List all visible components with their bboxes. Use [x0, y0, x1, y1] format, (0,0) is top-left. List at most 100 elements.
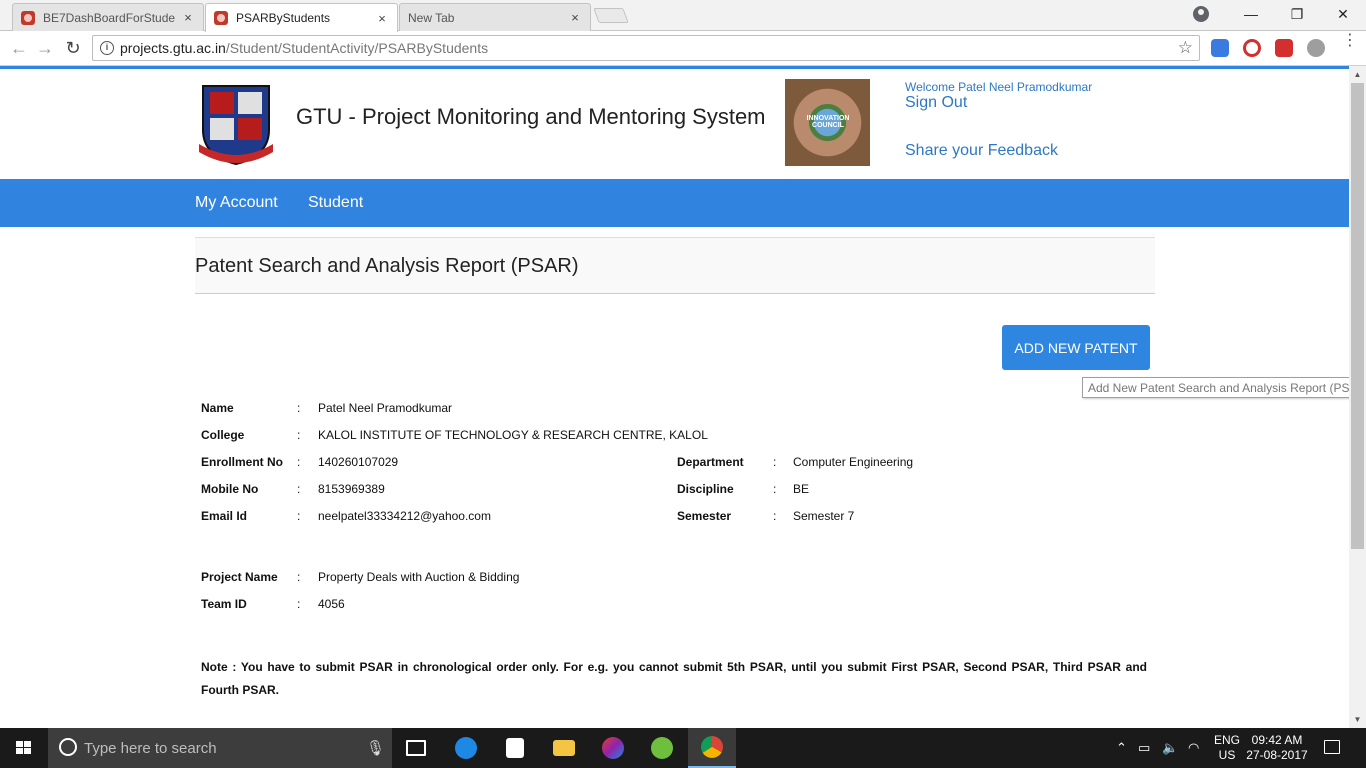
profile-icon[interactable] — [1193, 6, 1209, 22]
team-id-label: Team ID — [201, 597, 247, 611]
battery-icon[interactable]: ▭ — [1138, 740, 1150, 756]
minimize-button[interactable]: — — [1228, 6, 1274, 22]
windows-taskbar: Type here to search 🎙 ⌃ ▭ 🔈 ◠ ENG US 09:… — [0, 728, 1366, 768]
semester-label: Semester — [677, 509, 732, 523]
scroll-up-arrow-icon[interactable]: ▲ — [1349, 70, 1366, 79]
system-tray: ⌃ ▭ 🔈 ◠ — [1110, 728, 1210, 768]
show-hidden-icons-icon[interactable]: ⌃ — [1116, 740, 1127, 756]
clock-date: 27-08-2017 — [1246, 748, 1308, 762]
colon: : — [773, 509, 777, 523]
scroll-down-arrow-icon[interactable]: ▼ — [1349, 715, 1366, 724]
bookmark-star-icon[interactable]: ☆ — [1178, 38, 1193, 58]
reload-icon[interactable]: ↻ — [62, 37, 84, 59]
add-new-patent-button[interactable]: ADD NEW PATENT — [1002, 325, 1150, 370]
task-view-icon[interactable] — [392, 728, 440, 768]
action-center-icon[interactable] — [1324, 740, 1340, 754]
colon: : — [773, 455, 777, 469]
language-indicator[interactable]: ENG US — [1212, 733, 1242, 763]
gtu-logo-icon[interactable] — [195, 80, 277, 166]
tab-close-icon[interactable]: × — [568, 10, 582, 25]
start-button[interactable] — [0, 728, 48, 768]
innovation-council-image: INNOVATION COUNCIL — [785, 79, 870, 166]
discipline-label: Discipline — [677, 482, 734, 496]
colon: : — [297, 455, 301, 469]
scrollbar-thumb[interactable] — [1351, 83, 1364, 549]
email-label: Email Id — [201, 509, 248, 523]
gtu-favicon-icon — [214, 11, 228, 25]
colon: : — [297, 428, 301, 442]
wifi-icon[interactable]: ◠ — [1188, 740, 1199, 756]
cortana-icon — [59, 738, 77, 756]
tab-psar[interactable]: PSARByStudents × — [205, 3, 398, 32]
opera-extension-icon[interactable] — [1243, 39, 1261, 57]
chrome-icon[interactable] — [688, 728, 736, 768]
page-title: Patent Search and Analysis Report (PSAR) — [195, 255, 579, 277]
page-content: GTU - Project Monitoring and Mentoring S… — [0, 66, 1349, 728]
site-info-icon[interactable]: i — [100, 41, 114, 55]
tab-close-icon[interactable]: × — [181, 10, 195, 25]
tab-title: BE7DashBoardForStuden — [43, 10, 175, 25]
search-placeholder: Type here to search — [84, 740, 217, 757]
page-scrollbar[interactable]: ▲ ▼ — [1349, 66, 1366, 728]
tab-close-icon[interactable]: × — [375, 11, 389, 26]
back-arrow-icon[interactable]: ← — [8, 37, 30, 59]
volume-icon[interactable]: 🔈 — [1162, 740, 1178, 756]
file-explorer-icon[interactable] — [540, 728, 588, 768]
tab-title: New Tab — [408, 10, 455, 25]
language-code: ENG — [1213, 733, 1240, 747]
department-value: Computer Engineering — [793, 455, 914, 469]
gtu-favicon-icon — [21, 10, 35, 25]
enrollment-label: Enrollment No — [201, 455, 284, 469]
extension-gray-icon[interactable] — [1307, 39, 1325, 57]
edge-icon[interactable] — [442, 728, 490, 768]
name-value: Patel Neel Pramodkumar — [318, 401, 453, 415]
email-value: neelpatel33334212@yahoo.com — [318, 509, 491, 523]
language-region: US — [1218, 748, 1236, 762]
mobile-value: 8153969389 — [318, 482, 385, 496]
extension-shield-icon[interactable] — [1211, 39, 1229, 57]
browser-tabstrip: BE7DashBoardForStuden × PSARByStudents ×… — [0, 0, 1366, 32]
pencil-app-icon[interactable] — [589, 728, 637, 768]
enrollment-value: 140260107029 — [318, 455, 399, 469]
taskbar-clock[interactable]: 09:42 AM 27-08-2017 — [1246, 733, 1308, 763]
taskbar-search[interactable]: Type here to search 🎙 — [48, 728, 392, 768]
maximize-button[interactable]: ❐ — [1274, 6, 1320, 23]
window-controls: — ❐ ✕ — [1228, 0, 1366, 28]
windows-logo-icon — [16, 741, 32, 755]
new-tab-button[interactable] — [593, 8, 629, 23]
sign-out-link[interactable]: Sign Out — [905, 94, 967, 112]
feedback-link[interactable]: Share your Feedback — [905, 142, 1058, 160]
clock-time: 09:42 AM — [1251, 733, 1303, 747]
nav-student[interactable]: Student — [308, 194, 363, 212]
psar-note: Note : You have to submit PSAR in chrono… — [201, 660, 1147, 697]
close-window-button[interactable]: ✕ — [1320, 6, 1366, 23]
department-label: Department — [677, 455, 744, 469]
tab-new[interactable]: New Tab × — [399, 3, 591, 31]
add-patent-tooltip: Add New Patent Search and Analysis Repor… — [1082, 377, 1349, 398]
colon: : — [773, 482, 777, 496]
nav-my-account[interactable]: My Account — [195, 194, 278, 212]
colon: : — [297, 482, 301, 496]
colon: : — [297, 401, 301, 415]
forward-arrow-icon[interactable]: → — [34, 37, 56, 59]
main-navbar: My Account Student — [0, 179, 1349, 227]
tab-dashboard[interactable]: BE7DashBoardForStuden × — [12, 3, 204, 31]
colon: : — [297, 597, 301, 611]
colon: : — [297, 570, 301, 584]
project-name-label: Project Name — [201, 570, 278, 584]
innovation-text: INNOVATION COUNCIL — [806, 115, 850, 129]
chrome-menu-icon[interactable]: ⋮ — [1342, 33, 1358, 49]
welcome-text: Welcome Patel Neel Pramodkumar — [905, 80, 1093, 94]
store-icon[interactable] — [491, 728, 539, 768]
title-panel: Patent Search and Analysis Report (PSAR) — [195, 237, 1155, 294]
discipline-value: BE — [793, 482, 810, 496]
media-extension-icon[interactable] — [1275, 39, 1293, 57]
mobile-label: Mobile No — [201, 482, 259, 496]
utorrent-icon[interactable] — [638, 728, 686, 768]
tab-title: PSARByStudents — [236, 11, 331, 25]
address-bar[interactable]: i projects.gtu.ac.in/Student/StudentActi… — [92, 35, 1200, 61]
project-name-value: Property Deals with Auction & Bidding — [318, 570, 520, 584]
site-header: GTU - Project Monitoring and Mentoring S… — [0, 69, 1349, 179]
microphone-icon[interactable]: 🎙 — [366, 739, 385, 757]
url-path: /Student/StudentActivity/PSARByStudents — [225, 40, 489, 56]
